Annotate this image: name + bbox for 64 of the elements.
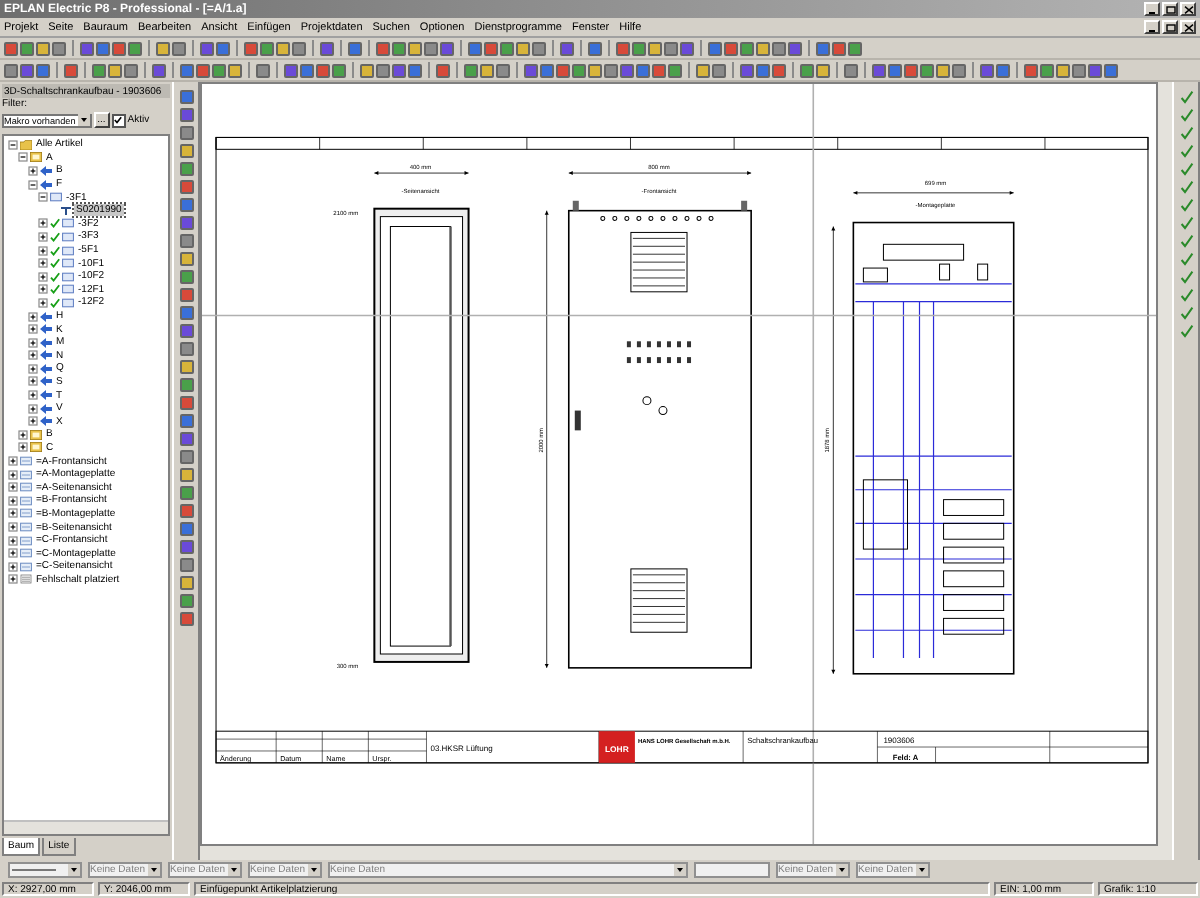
expand-icon[interactable] (38, 258, 48, 269)
expand-icon[interactable] (18, 442, 28, 453)
dropdown-arrow-icon[interactable] (308, 864, 320, 876)
list-icon (20, 574, 32, 585)
dimension-line (373, 171, 469, 176)
expand-icon[interactable] (28, 376, 38, 387)
expand-icon[interactable] (38, 245, 48, 256)
dropdown-arrow-icon[interactable] (228, 864, 240, 876)
expand-icon[interactable] (28, 324, 38, 335)
horizontal-scrollbar[interactable] (4, 820, 168, 834)
dropdown-arrow-icon[interactable] (68, 864, 80, 876)
expand-icon[interactable] (8, 574, 18, 585)
dropdown-arrow-icon[interactable] (77, 114, 90, 126)
expand-icon[interactable] (38, 218, 48, 229)
collapse-icon[interactable] (8, 139, 18, 150)
expand-icon[interactable] (38, 231, 48, 242)
expand-icon[interactable] (28, 363, 38, 374)
collapse-icon[interactable] (18, 152, 28, 163)
value-field[interactable] (694, 862, 770, 878)
restore-icon (1165, 23, 1175, 31)
close-icon (1183, 23, 1193, 31)
vertical-scrollbar[interactable] (1158, 82, 1172, 846)
horizontal-scrollbar[interactable] (200, 846, 1172, 860)
expand-icon[interactable] (38, 271, 48, 282)
expand-icon[interactable] (8, 456, 18, 467)
expand-icon[interactable] (28, 311, 38, 322)
expand-icon[interactable] (38, 297, 48, 308)
dropdown-arrow-icon[interactable] (674, 864, 686, 876)
expand-icon[interactable] (28, 390, 38, 401)
document-minimize-button[interactable] (1144, 20, 1160, 34)
logo-background (598, 731, 635, 763)
expand-icon[interactable] (8, 522, 18, 533)
group-icon (30, 152, 42, 163)
document-close-button[interactable] (1180, 20, 1196, 34)
expand-icon[interactable] (28, 165, 38, 176)
expand-icon[interactable] (28, 403, 38, 414)
line-sample-icon (10, 868, 58, 872)
expand-icon[interactable] (18, 429, 28, 440)
expand-icon[interactable] (28, 337, 38, 348)
expand-icon[interactable] (8, 482, 18, 493)
expand-icon[interactable] (8, 535, 18, 546)
close-icon (1183, 5, 1193, 13)
minimize-button[interactable] (1144, 2, 1160, 16)
dropdown-arrow-icon[interactable] (836, 864, 848, 876)
expand-icon[interactable] (8, 561, 18, 572)
device-icon (50, 192, 62, 203)
expand-icon[interactable] (28, 350, 38, 361)
expand-icon[interactable] (8, 508, 18, 519)
close-button[interactable] (1180, 2, 1196, 16)
collapse-icon[interactable] (28, 179, 38, 190)
dropdown-arrow-icon[interactable] (916, 864, 928, 876)
expand-icon[interactable] (8, 495, 18, 506)
expand-icon[interactable] (38, 284, 48, 295)
expand-icon[interactable] (8, 469, 18, 480)
dropdown-arrow-icon[interactable] (148, 864, 160, 876)
document-restore-button[interactable] (1162, 20, 1178, 34)
collapse-icon[interactable] (38, 192, 48, 203)
maximize-button[interactable] (1162, 2, 1178, 16)
expand-icon[interactable] (8, 548, 18, 559)
expand-icon[interactable] (28, 416, 38, 427)
active-checkbox[interactable] (111, 113, 126, 127)
maximize-icon (1165, 5, 1175, 13)
line-style-dropdown[interactable] (8, 862, 82, 878)
folder-icon (20, 139, 32, 150)
